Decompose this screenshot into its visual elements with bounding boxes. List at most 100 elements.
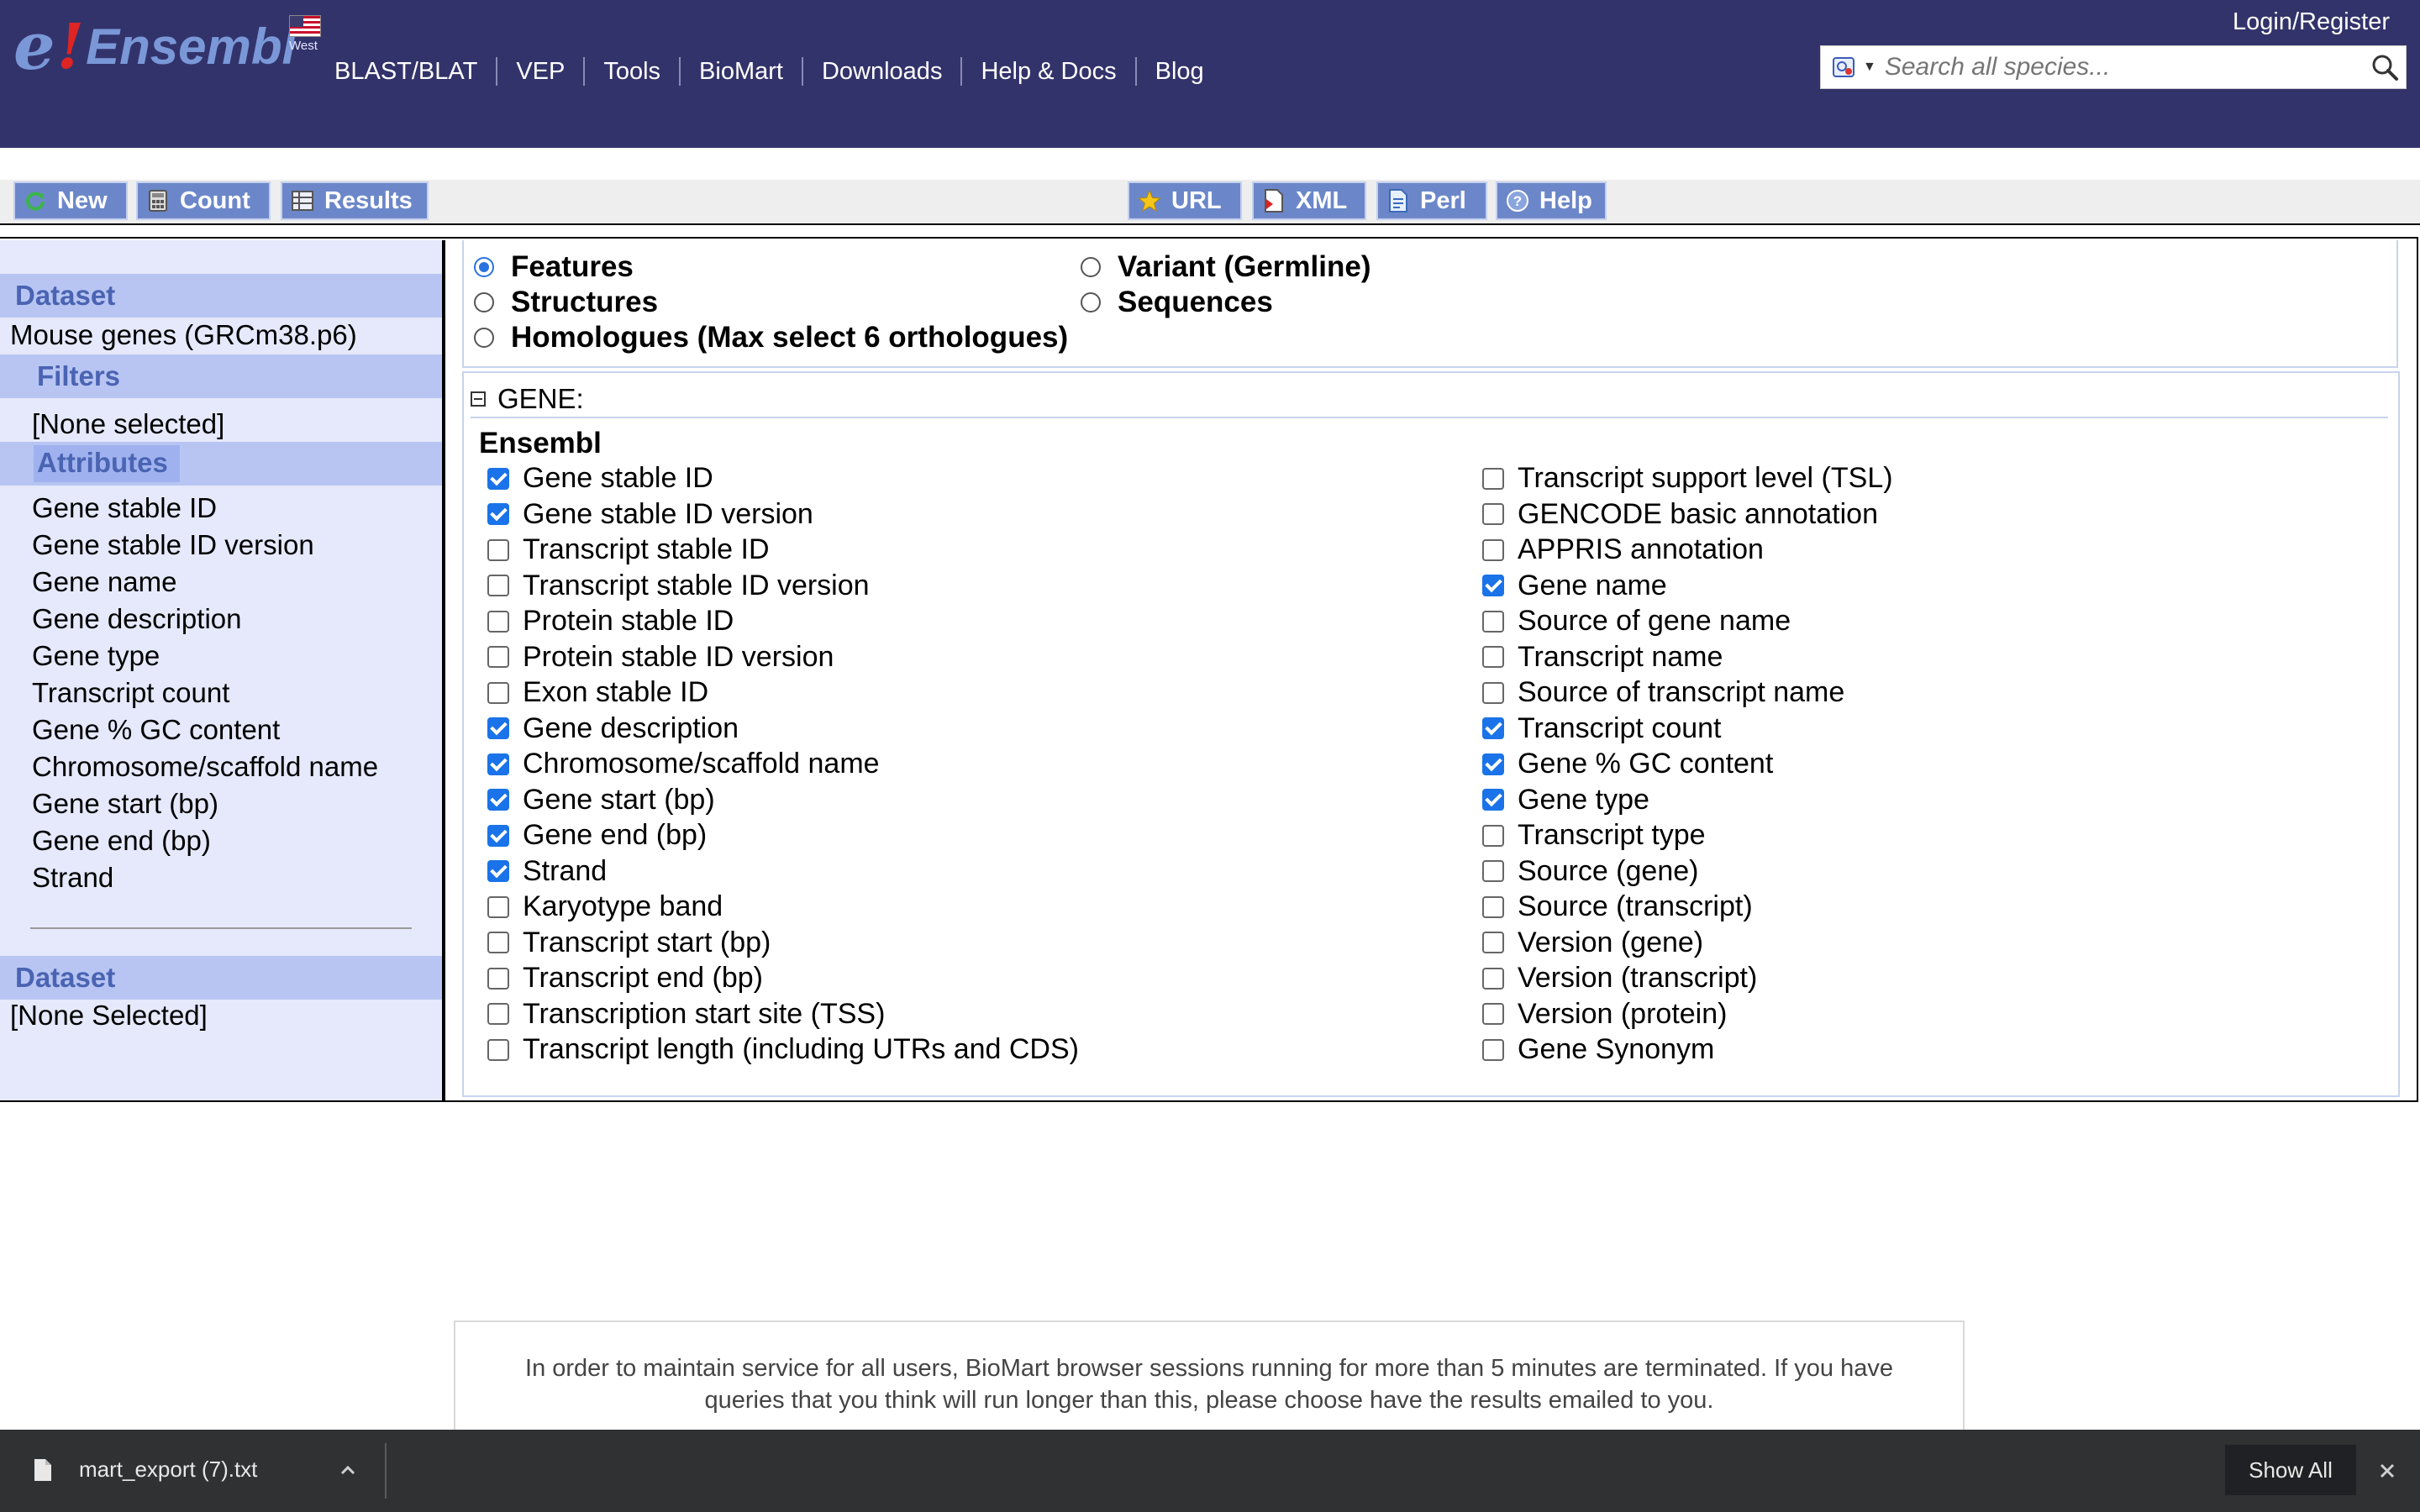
checkbox[interactable]: [487, 1038, 509, 1061]
checkbox[interactable]: [487, 824, 509, 847]
perl-button[interactable]: Perl: [1376, 181, 1487, 220]
attribute-checkbox-row[interactable]: Gene type: [1482, 784, 1649, 816]
checkbox[interactable]: [487, 967, 509, 990]
checkbox[interactable]: [487, 1003, 509, 1025]
attribute-checkbox-row[interactable]: Gene stable ID: [487, 462, 713, 495]
attribute-checkbox-row[interactable]: Transcript support level (TSL): [1482, 462, 1893, 495]
checkbox[interactable]: [487, 575, 509, 596]
radio-homologues-button[interactable]: [474, 328, 494, 348]
radio-structures-button[interactable]: [474, 292, 494, 312]
login-register-link[interactable]: Login/Register: [2233, 8, 2390, 36]
attribute-checkbox-row[interactable]: Gene Synonym: [1482, 1033, 1714, 1066]
sidebar-attributes-heading[interactable]: Attributes: [37, 447, 168, 479]
attribute-checkbox-row[interactable]: Transcript type: [1482, 819, 1706, 852]
checkbox[interactable]: [1482, 717, 1504, 739]
download-item[interactable]: mart_export (7).txt: [34, 1457, 257, 1483]
sidebar-dataset-heading[interactable]: Dataset: [0, 274, 442, 318]
checkbox[interactable]: [1482, 967, 1504, 990]
checkbox[interactable]: [1482, 575, 1504, 596]
species-selector-icon[interactable]: [1826, 49, 1863, 86]
search-input[interactable]: [1882, 52, 2364, 82]
ensembl-logo[interactable]: e! Ensembl: [13, 13, 296, 81]
checkbox[interactable]: [1482, 753, 1504, 775]
attribute-checkbox-row[interactable]: Strand: [487, 855, 607, 888]
radio-structures[interactable]: Structures: [474, 286, 658, 319]
nav-biomart[interactable]: BioMart: [679, 57, 802, 86]
radio-variant-germline-button[interactable]: [1081, 257, 1101, 277]
help-button[interactable]: ? Help: [1496, 181, 1607, 220]
checkbox[interactable]: [487, 646, 509, 668]
checkbox[interactable]: [1482, 538, 1504, 561]
attribute-checkbox-row[interactable]: Protein stable ID: [487, 605, 734, 638]
checkbox[interactable]: [1482, 1038, 1504, 1061]
checkbox[interactable]: [1482, 932, 1504, 953]
attribute-checkbox-row[interactable]: Transcription start site (TSS): [487, 998, 885, 1031]
checkbox[interactable]: [1482, 789, 1504, 811]
attribute-checkbox-row[interactable]: Transcript stable ID: [487, 533, 770, 566]
attribute-checkbox-row[interactable]: GENCODE basic annotation: [1482, 498, 1878, 531]
checkbox[interactable]: [1482, 681, 1504, 704]
nav-vep[interactable]: VEP: [496, 57, 583, 86]
radio-homologues[interactable]: Homologues (Max select 6 orthologues): [474, 321, 1068, 354]
attribute-checkbox-row[interactable]: Source (transcript): [1482, 890, 1753, 923]
checkbox[interactable]: [1482, 824, 1504, 847]
nav-downloads[interactable]: Downloads: [801, 57, 960, 86]
checkbox[interactable]: [1482, 860, 1504, 882]
attribute-checkbox-row[interactable]: Source (gene): [1482, 855, 1698, 888]
attribute-checkbox-row[interactable]: Transcript name: [1482, 641, 1723, 674]
attribute-checkbox-row[interactable]: Gene name: [1482, 570, 1667, 602]
attribute-checkbox-row[interactable]: Transcript stable ID version: [487, 570, 870, 602]
close-icon[interactable]: [2375, 1458, 2400, 1483]
attribute-checkbox-row[interactable]: Exon stable ID: [487, 676, 708, 709]
checkbox[interactable]: [487, 503, 509, 525]
checkbox[interactable]: [1482, 503, 1504, 525]
checkbox[interactable]: [487, 753, 509, 775]
site-flag-icon[interactable]: West: [289, 15, 323, 54]
attribute-checkbox-row[interactable]: Transcript count: [1482, 712, 1722, 745]
gene-section-header[interactable]: GENE:: [471, 383, 584, 415]
checkbox[interactable]: [1482, 1003, 1504, 1025]
attribute-checkbox-row[interactable]: Version (gene): [1482, 927, 1703, 959]
checkbox[interactable]: [1482, 610, 1504, 633]
checkbox[interactable]: [487, 860, 509, 882]
nav-tools[interactable]: Tools: [583, 57, 679, 86]
attribute-checkbox-row[interactable]: Gene start (bp): [487, 784, 715, 816]
sidebar-filters-heading[interactable]: Filters: [0, 354, 442, 398]
nav-blog[interactable]: Blog: [1134, 57, 1223, 86]
radio-sequences-button[interactable]: [1081, 292, 1101, 312]
sidebar-dataset2-heading[interactable]: Dataset: [0, 956, 442, 1000]
attribute-checkbox-row[interactable]: Source of transcript name: [1482, 676, 1844, 709]
attribute-checkbox-row[interactable]: Version (transcript): [1482, 962, 1757, 995]
checkbox[interactable]: [1482, 467, 1504, 490]
attribute-checkbox-row[interactable]: Transcript end (bp): [487, 962, 763, 995]
sidebar-dataset2-value[interactable]: [None Selected]: [10, 1000, 208, 1032]
checkbox[interactable]: [1482, 646, 1504, 668]
attribute-checkbox-row[interactable]: Version (protein): [1482, 998, 1727, 1031]
checkbox[interactable]: [487, 789, 509, 811]
xml-button[interactable]: XML: [1252, 181, 1366, 220]
attribute-checkbox-row[interactable]: Transcript length (including UTRs and CD…: [487, 1033, 1079, 1066]
nav-help-docs[interactable]: Help & Docs: [960, 57, 1134, 86]
sidebar-dataset-name[interactable]: Mouse genes (GRCm38.p6): [10, 319, 357, 351]
attribute-checkbox-row[interactable]: Gene end (bp): [487, 819, 707, 852]
attribute-checkbox-row[interactable]: Gene stable ID version: [487, 498, 813, 531]
radio-sequences[interactable]: Sequences: [1081, 286, 1273, 319]
search-icon[interactable]: [2364, 46, 2406, 88]
radio-features[interactable]: Features: [474, 250, 634, 284]
count-button[interactable]: Count: [136, 181, 271, 220]
attribute-checkbox-row[interactable]: Gene % GC content: [1482, 748, 1773, 780]
checkbox[interactable]: [487, 610, 509, 633]
new-button[interactable]: New: [13, 181, 128, 220]
show-all-button[interactable]: Show All: [2225, 1445, 2356, 1495]
checkbox[interactable]: [487, 717, 509, 739]
checkbox[interactable]: [487, 895, 509, 918]
radio-features-button[interactable]: [474, 257, 494, 277]
attribute-checkbox-row[interactable]: Protein stable ID version: [487, 641, 834, 674]
attribute-checkbox-row[interactable]: Transcript start (bp): [487, 927, 771, 959]
checkbox[interactable]: [1482, 895, 1504, 918]
nav-blast[interactable]: BLAST/BLAT: [323, 57, 496, 86]
attribute-checkbox-row[interactable]: Gene description: [487, 712, 739, 745]
results-button[interactable]: Results: [281, 181, 429, 220]
attribute-checkbox-row[interactable]: APPRIS annotation: [1482, 533, 1764, 566]
species-dropdown-caret-icon[interactable]: ▼: [1863, 60, 1876, 75]
